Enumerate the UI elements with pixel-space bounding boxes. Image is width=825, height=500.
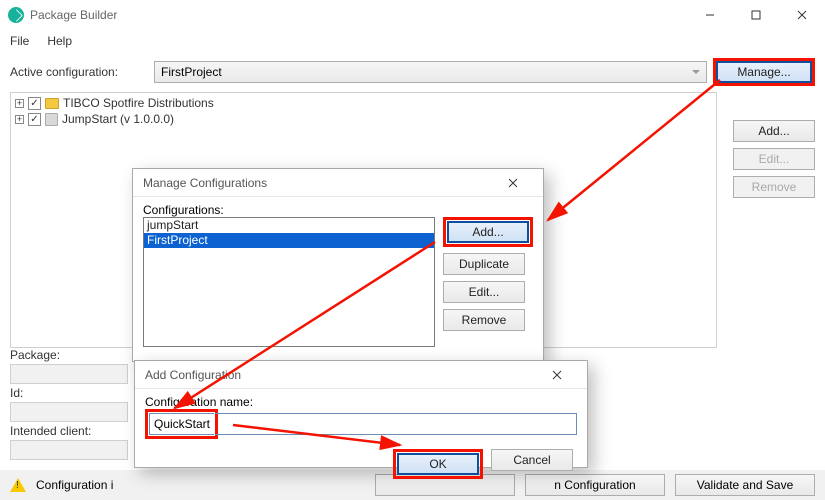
- config-name-label: Configuration name:: [145, 395, 577, 409]
- ok-button[interactable]: OK: [397, 453, 479, 475]
- active-config-select[interactable]: FirstProject: [154, 61, 707, 83]
- configurations-label: Configurations:: [143, 203, 533, 217]
- tree-row[interactable]: + TIBCO Spotfire Distributions: [15, 95, 712, 111]
- menu-help[interactable]: Help: [47, 34, 72, 48]
- remove-button: Remove: [733, 176, 815, 198]
- checkbox[interactable]: [28, 97, 41, 110]
- dialog-title: Manage Configurations: [143, 176, 267, 190]
- dialog-duplicate-button[interactable]: Duplicate: [443, 253, 525, 275]
- titlebar: Package Builder: [0, 0, 825, 30]
- active-config-row: Active configuration: FirstProject Manag…: [0, 52, 825, 92]
- active-config-label: Active configuration:: [10, 65, 148, 79]
- cancel-button[interactable]: Cancel: [491, 449, 573, 471]
- client-label: Intended client:: [10, 424, 128, 438]
- validate-save-button[interactable]: Validate and Save: [675, 474, 815, 496]
- configurations-list[interactable]: jumpStart FirstProject: [143, 217, 435, 347]
- minimize-button[interactable]: [687, 0, 733, 30]
- manage-config-dialog: Manage Configurations Configurations: ju…: [132, 168, 544, 362]
- dialog-title: Add Configuration: [145, 368, 241, 382]
- highlight-name: QuickStart: [145, 409, 218, 439]
- maximize-button[interactable]: [733, 0, 779, 30]
- package-label: Package:: [10, 348, 128, 362]
- folder-icon: [45, 98, 59, 109]
- checkbox[interactable]: [28, 113, 41, 126]
- config-name-input[interactable]: [215, 413, 577, 435]
- close-icon[interactable]: [493, 178, 533, 188]
- dialog-titlebar: Add Configuration: [135, 361, 587, 389]
- highlight-add: Add...: [443, 217, 533, 247]
- expander-icon[interactable]: +: [15, 99, 24, 108]
- close-icon[interactable]: [537, 370, 577, 380]
- edit-button: Edit...: [733, 148, 815, 170]
- active-config-value: FirstProject: [161, 65, 222, 79]
- list-item[interactable]: jumpStart: [144, 218, 434, 233]
- add-config-dialog: Add Configuration Configuration name: Qu…: [134, 360, 588, 468]
- app-icon: [8, 7, 24, 23]
- status-text: Configuration i: [36, 478, 113, 492]
- warning-icon: [10, 478, 26, 492]
- tree-row[interactable]: + JumpStart (v 1.0.0.0): [15, 111, 712, 127]
- left-fields: Package: Id: Intended client:: [10, 348, 128, 460]
- chevron-down-icon: [692, 70, 700, 74]
- window-title: Package Builder: [30, 8, 687, 22]
- manage-button[interactable]: Manage...: [716, 61, 812, 83]
- highlight-manage: Manage...: [713, 58, 815, 86]
- tree-item-label: JumpStart (v 1.0.0.0): [62, 112, 174, 126]
- dialog-remove-button[interactable]: Remove: [443, 309, 525, 331]
- package-field: [10, 364, 128, 384]
- id-label: Id:: [10, 386, 128, 400]
- window-controls: [687, 0, 825, 30]
- add-button[interactable]: Add...: [733, 120, 815, 142]
- close-button[interactable]: [779, 0, 825, 30]
- client-field: [10, 440, 128, 460]
- config-name-value: QuickStart: [154, 417, 210, 431]
- id-field: [10, 402, 128, 422]
- package-icon: [45, 113, 58, 126]
- dialog-add-button[interactable]: Add...: [447, 221, 529, 243]
- dialog-titlebar: Manage Configurations: [133, 169, 543, 197]
- dialog-edit-button[interactable]: Edit...: [443, 281, 525, 303]
- expander-icon[interactable]: +: [15, 115, 24, 124]
- menu-bar: File Help: [0, 30, 825, 52]
- menu-file[interactable]: File: [10, 34, 29, 48]
- list-item[interactable]: FirstProject: [144, 233, 434, 248]
- highlight-ok: OK: [393, 449, 483, 479]
- side-buttons: Add... Edit... Remove: [733, 120, 815, 198]
- tree-item-label: TIBCO Spotfire Distributions: [63, 96, 214, 110]
